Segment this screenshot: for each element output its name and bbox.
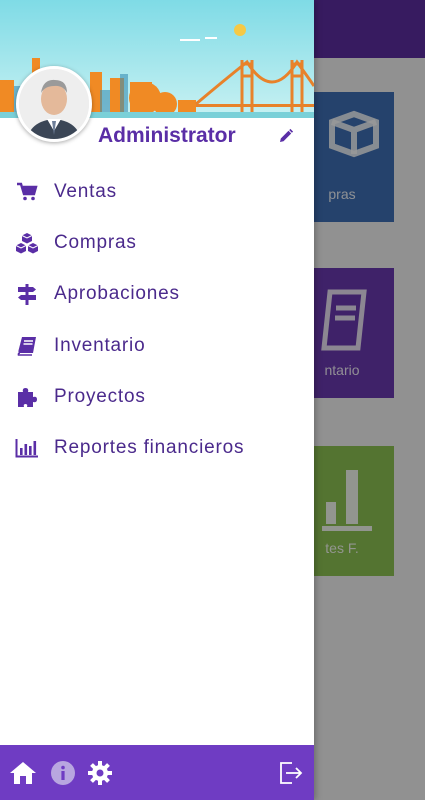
menu-item-ventas[interactable]: Ventas [0, 166, 314, 217]
user-name: Administrator [98, 124, 236, 147]
boxes-icon [15, 231, 39, 255]
settings-button[interactable] [86, 759, 114, 787]
cart-icon [15, 180, 39, 204]
drawer-menu: Ventas Compras Aprobaciones Inventario P… [0, 166, 314, 474]
logout-button[interactable] [277, 759, 305, 787]
gear-icon [88, 761, 112, 785]
menu-item-reportes-financieros[interactable]: Reportes financieros [0, 422, 314, 473]
menu-item-inventario[interactable]: Inventario [0, 320, 314, 371]
avatar[interactable] [16, 66, 92, 142]
drawer-header: Administrator [0, 0, 314, 160]
navigation-drawer: Administrator Ventas Compras Aprobacione… [0, 0, 314, 800]
menu-item-aprobaciones[interactable]: Aprobaciones [0, 269, 314, 320]
home-icon [10, 762, 36, 784]
pencil-icon[interactable] [276, 126, 296, 146]
menu-item-compras[interactable]: Compras [0, 217, 314, 268]
bar-chart-icon [15, 436, 39, 460]
puzzle-icon [15, 385, 39, 409]
info-button[interactable] [49, 759, 77, 787]
menu-item-label: Compras [54, 231, 137, 253]
logout-icon [280, 762, 303, 784]
menu-item-label: Proyectos [54, 385, 146, 407]
drawer-bottom-bar [0, 745, 314, 800]
menu-item-proyectos[interactable]: Proyectos [0, 371, 314, 422]
menu-item-label: Inventario [54, 334, 146, 356]
menu-item-label: Ventas [54, 180, 117, 202]
menu-item-label: Aprobaciones [54, 283, 180, 305]
info-icon [51, 761, 75, 785]
home-button[interactable] [9, 759, 37, 787]
signpost-icon [15, 282, 39, 306]
book-icon [15, 334, 39, 358]
menu-item-label: Reportes financieros [54, 437, 245, 459]
